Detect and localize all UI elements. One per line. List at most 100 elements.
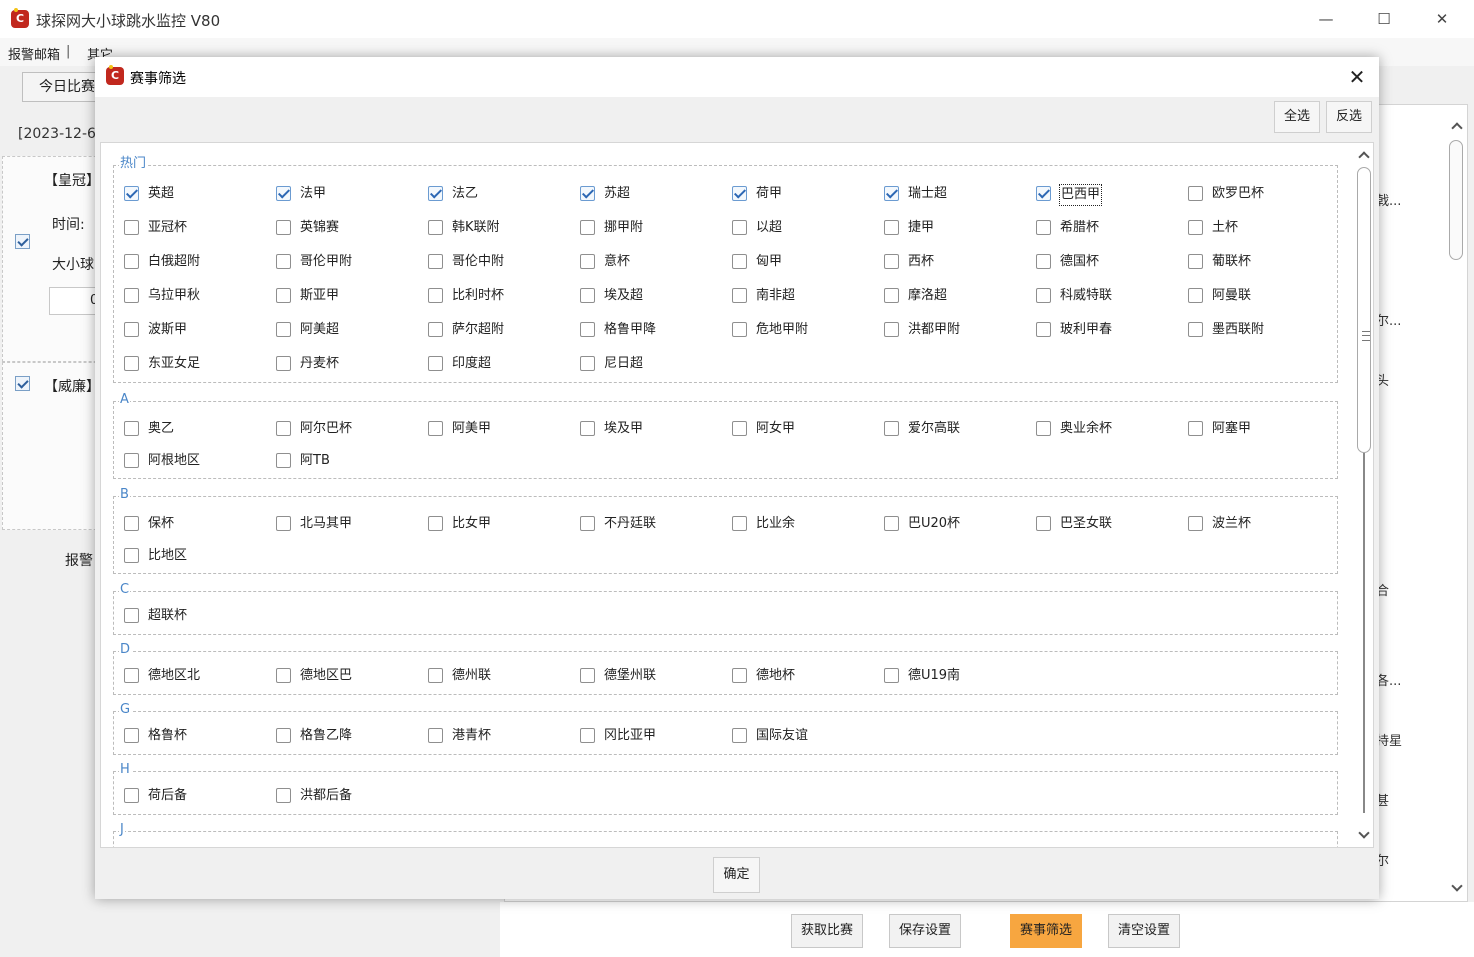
league-label[interactable]: 以超	[756, 218, 782, 238]
checkbox-checked-icon[interactable]	[580, 186, 595, 201]
league-label[interactable]: 格鲁乙降	[300, 726, 352, 746]
league-label[interactable]: 南非超	[756, 286, 795, 306]
league-label[interactable]: 不丹廷联	[604, 514, 656, 534]
checkbox-empty-icon[interactable]	[276, 453, 291, 468]
checkbox-empty-icon[interactable]	[276, 254, 291, 269]
league-label[interactable]: 亚冠杯	[148, 218, 187, 238]
checkbox-empty-icon[interactable]	[428, 356, 443, 371]
league-label[interactable]: 比业余	[756, 514, 795, 534]
checkbox-empty-icon[interactable]	[1188, 516, 1203, 531]
checkbox-checked-icon[interactable]	[1036, 186, 1051, 201]
league-label[interactable]: 埃及甲	[604, 419, 643, 439]
league-label[interactable]: 阿根地区	[148, 451, 200, 471]
checkbox-empty-icon[interactable]	[428, 421, 443, 436]
checkbox-empty-icon[interactable]	[124, 220, 139, 235]
checkbox-empty-icon[interactable]	[428, 728, 443, 743]
checkbox-empty-icon[interactable]	[428, 288, 443, 303]
checkbox-checked-icon[interactable]	[428, 186, 443, 201]
league-label[interactable]: 阿曼联	[1212, 286, 1251, 306]
clear-settings-button[interactable]: 清空设置	[1108, 914, 1180, 948]
league-label[interactable]: 希腊杯	[1060, 218, 1099, 238]
checkbox-empty-icon[interactable]	[428, 516, 443, 531]
league-label[interactable]: 巴圣女联	[1060, 514, 1112, 534]
today-matches-tab[interactable]: 今日比赛	[22, 72, 102, 102]
league-label[interactable]: 哥伦中附	[452, 252, 504, 272]
checkbox-empty-icon[interactable]	[732, 668, 747, 683]
checkbox-empty-icon[interactable]	[1188, 421, 1203, 436]
filter-scrollbar[interactable]	[1355, 143, 1373, 847]
checkbox-empty-icon[interactable]	[732, 421, 747, 436]
league-label[interactable]: 科威特联	[1060, 286, 1112, 306]
checkbox-empty-icon[interactable]	[580, 421, 595, 436]
league-label[interactable]: 墨西联附	[1212, 320, 1264, 340]
league-label[interactable]: 苏超	[604, 184, 630, 204]
scroll-thumb[interactable]	[1449, 140, 1463, 260]
league-label[interactable]: 波斯甲	[148, 320, 187, 340]
league-label[interactable]: 冈比亚甲	[604, 726, 656, 746]
league-label[interactable]: 西杯	[908, 252, 934, 272]
league-label[interactable]: 哥伦甲附	[300, 252, 352, 272]
league-label[interactable]: 英超	[148, 184, 174, 204]
chevron-up-icon[interactable]	[1451, 122, 1463, 134]
league-label[interactable]: 格鲁杯	[148, 726, 187, 746]
checkbox-empty-icon[interactable]	[884, 322, 899, 337]
league-label[interactable]: 英锦赛	[300, 218, 339, 238]
dialog-close-button[interactable]: ✕	[1335, 57, 1379, 97]
checkbox-empty-icon[interactable]	[1036, 254, 1051, 269]
checkbox-empty-icon[interactable]	[1188, 220, 1203, 235]
league-label[interactable]: 国际友谊	[756, 726, 808, 746]
league-label[interactable]: 东亚女足	[148, 354, 200, 374]
league-label[interactable]: 欧罗巴杯	[1212, 184, 1264, 204]
crown-checkbox[interactable]	[15, 234, 30, 249]
checkbox-empty-icon[interactable]	[732, 516, 747, 531]
league-label[interactable]: 保杯	[148, 514, 174, 534]
checkbox-empty-icon[interactable]	[428, 668, 443, 683]
league-label[interactable]: 比利时杯	[452, 286, 504, 306]
checkbox-empty-icon[interactable]	[428, 220, 443, 235]
league-label[interactable]: 德地区巴	[300, 666, 352, 686]
checkbox-empty-icon[interactable]	[580, 254, 595, 269]
fetch-matches-button[interactable]: 获取比赛	[791, 914, 863, 948]
league-label[interactable]: 捷甲	[908, 218, 934, 238]
league-label[interactable]: 德地杯	[756, 666, 795, 686]
checkbox-empty-icon[interactable]	[732, 728, 747, 743]
league-label[interactable]: 阿美超	[300, 320, 339, 340]
checkbox-empty-icon[interactable]	[1036, 220, 1051, 235]
checkbox-empty-icon[interactable]	[124, 421, 139, 436]
minimize-button[interactable]: —	[1306, 6, 1346, 32]
league-label[interactable]: 奥乙	[148, 419, 174, 439]
checkbox-empty-icon[interactable]	[124, 356, 139, 371]
league-label[interactable]: 德州联	[452, 666, 491, 686]
league-label[interactable]: 韩K联附	[452, 218, 500, 238]
league-label[interactable]: 洪都后备	[300, 786, 352, 806]
league-label[interactable]: 比地区	[148, 546, 187, 566]
league-label[interactable]: 匈甲	[756, 252, 782, 272]
list-scrollbar[interactable]	[1447, 118, 1467, 898]
checkbox-empty-icon[interactable]	[124, 668, 139, 683]
league-label[interactable]: 尼日超	[604, 354, 643, 374]
checkbox-empty-icon[interactable]	[884, 288, 899, 303]
league-label[interactable]: 比女甲	[452, 514, 491, 534]
invert-selection-button[interactable]: 反选	[1326, 101, 1372, 133]
league-label[interactable]: 德堡州联	[604, 666, 656, 686]
league-label[interactable]: 葡联杯	[1212, 252, 1251, 272]
checkbox-empty-icon[interactable]	[884, 516, 899, 531]
checkbox-checked-icon[interactable]	[884, 186, 899, 201]
league-label[interactable]: 洪都甲附	[908, 320, 960, 340]
league-label[interactable]: 巴西甲	[1059, 184, 1103, 206]
checkbox-empty-icon[interactable]	[276, 288, 291, 303]
close-window-button[interactable]: ✕	[1422, 6, 1462, 32]
checkbox-empty-icon[interactable]	[580, 356, 595, 371]
league-label[interactable]: 荷后备	[148, 786, 187, 806]
league-label[interactable]: 港青杯	[452, 726, 491, 746]
checkbox-empty-icon[interactable]	[124, 453, 139, 468]
checkbox-empty-icon[interactable]	[276, 788, 291, 803]
checkbox-empty-icon[interactable]	[884, 421, 899, 436]
checkbox-empty-icon[interactable]	[124, 322, 139, 337]
league-label[interactable]: 印度超	[452, 354, 491, 374]
checkbox-checked-icon[interactable]	[276, 186, 291, 201]
checkbox-empty-icon[interactable]	[1188, 186, 1203, 201]
checkbox-empty-icon[interactable]	[1036, 516, 1051, 531]
checkbox-empty-icon[interactable]	[580, 516, 595, 531]
menu-alarm-email[interactable]: 报警邮箱	[8, 44, 60, 63]
